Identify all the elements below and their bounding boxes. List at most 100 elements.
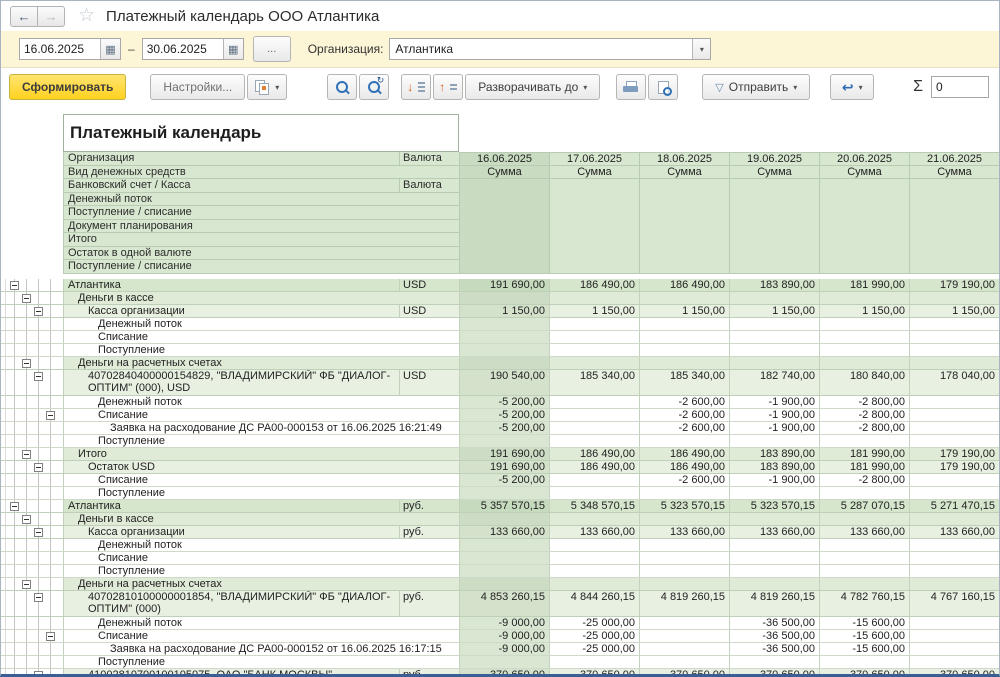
amount-cell[interactable] [549, 474, 639, 486]
amount-cell[interactable]: 1 150,00 [639, 305, 729, 317]
amount-cell[interactable] [819, 513, 909, 525]
amount-cell[interactable]: -9 000,00 [459, 617, 549, 629]
amount-cell[interactable] [549, 344, 639, 356]
amount-cell[interactable] [639, 318, 729, 330]
amount-cell[interactable] [909, 552, 999, 564]
amount-cell[interactable] [639, 617, 729, 629]
history-button[interactable]: ↩ ▾ [830, 74, 874, 100]
amount-cell[interactable]: 178 040,00 [909, 370, 999, 395]
collapse-expander[interactable] [10, 281, 19, 290]
amount-cell[interactable] [819, 539, 909, 551]
calendar-icon[interactable]: ▦ [100, 39, 120, 59]
amount-cell[interactable]: 182 740,00 [729, 370, 819, 395]
amount-cell[interactable]: -5 200,00 [459, 409, 549, 421]
amount-cell[interactable]: -2 800,00 [819, 422, 909, 434]
amount-cell[interactable]: 133 660,00 [909, 526, 999, 538]
amount-cell[interactable] [549, 513, 639, 525]
amount-cell[interactable] [549, 487, 639, 499]
send-button[interactable]: ▽ Отправить ▾ [702, 74, 810, 100]
amount-cell[interactable] [459, 435, 549, 447]
collapse-expander[interactable] [46, 411, 55, 420]
row-label-cell[interactable]: Заявка на расходование ДС РА00-000152 от… [63, 643, 459, 655]
amount-cell[interactable]: -2 800,00 [819, 409, 909, 421]
collapse-expander[interactable] [34, 528, 43, 537]
amount-cell[interactable] [729, 435, 819, 447]
row-label-cell[interactable]: 40702840400000154829, "ВЛАДИМИРСКИЙ" ФБ … [63, 370, 399, 395]
amount-cell[interactable] [459, 331, 549, 343]
row-label-cell[interactable]: Поступление [63, 656, 459, 668]
amount-cell[interactable] [549, 357, 639, 369]
amount-cell[interactable]: 370 650,00 [819, 669, 909, 675]
row-currency-cell[interactable]: USD [399, 279, 459, 291]
amount-cell[interactable] [729, 344, 819, 356]
amount-cell[interactable]: 133 660,00 [549, 526, 639, 538]
amount-cell[interactable]: 180 840,00 [819, 370, 909, 395]
amount-cell[interactable] [909, 344, 999, 356]
amount-cell[interactable] [819, 578, 909, 590]
amount-cell[interactable]: 186 490,00 [549, 448, 639, 460]
amount-cell[interactable] [459, 357, 549, 369]
row-currency-cell[interactable]: руб. [399, 669, 459, 675]
amount-cell[interactable]: -36 500,00 [729, 643, 819, 655]
row-label-cell[interactable]: Списание [63, 630, 459, 642]
print-button[interactable] [616, 74, 646, 100]
amount-cell[interactable] [639, 487, 729, 499]
amount-cell[interactable]: 5 287 070,15 [819, 500, 909, 512]
amount-cell[interactable]: 186 490,00 [549, 279, 639, 291]
amount-cell[interactable]: -9 000,00 [459, 630, 549, 642]
amount-cell[interactable]: 370 650,00 [909, 669, 999, 675]
amount-cell[interactable]: 5 323 570,15 [639, 500, 729, 512]
row-label-cell[interactable]: Поступление [63, 565, 459, 577]
row-label-cell[interactable]: Итого [63, 448, 459, 460]
amount-cell[interactable]: 186 490,00 [639, 448, 729, 460]
search-button[interactable] [327, 74, 357, 100]
amount-cell[interactable]: 191 690,00 [459, 279, 549, 291]
amount-cell[interactable]: 5 271 470,15 [909, 500, 999, 512]
date-to-field[interactable]: ▦ [142, 38, 244, 60]
amount-cell[interactable] [639, 513, 729, 525]
collapse-expander[interactable] [22, 359, 31, 368]
amount-cell[interactable]: 183 890,00 [729, 461, 819, 473]
row-label-cell[interactable]: Денежный поток [63, 318, 459, 330]
amount-cell[interactable] [729, 513, 819, 525]
row-label-cell[interactable]: Деньги на расчетных счетах [63, 578, 459, 590]
amount-cell[interactable]: 4 819 260,15 [729, 591, 819, 616]
amount-cell[interactable]: 4 819 260,15 [639, 591, 729, 616]
favorite-star-icon[interactable]: ☆ [78, 7, 95, 25]
amount-cell[interactable] [909, 656, 999, 668]
amount-cell[interactable] [729, 487, 819, 499]
amount-cell[interactable]: -2 600,00 [639, 474, 729, 486]
amount-cell[interactable] [639, 539, 729, 551]
amount-cell[interactable]: -15 600,00 [819, 630, 909, 642]
amount-cell[interactable]: -2 600,00 [639, 409, 729, 421]
amount-cell[interactable] [639, 357, 729, 369]
amount-cell[interactable] [639, 435, 729, 447]
amount-cell[interactable]: 1 150,00 [909, 305, 999, 317]
amount-cell[interactable]: 186 490,00 [639, 279, 729, 291]
amount-cell[interactable]: 190 540,00 [459, 370, 549, 395]
amount-cell[interactable] [909, 578, 999, 590]
report-variants-button[interactable]: ▾ [247, 74, 287, 100]
amount-cell[interactable] [459, 539, 549, 551]
amount-cell[interactable] [729, 552, 819, 564]
amount-cell[interactable] [819, 292, 909, 304]
amount-cell[interactable]: -1 900,00 [729, 474, 819, 486]
amount-cell[interactable]: 185 340,00 [549, 370, 639, 395]
amount-cell[interactable]: 4 844 260,15 [549, 591, 639, 616]
row-label-cell[interactable]: Списание [63, 552, 459, 564]
amount-cell[interactable] [729, 357, 819, 369]
row-label-cell[interactable]: Поступление [63, 487, 459, 499]
amount-cell[interactable] [459, 513, 549, 525]
amount-cell[interactable]: -9 000,00 [459, 643, 549, 655]
amount-cell[interactable] [549, 565, 639, 577]
amount-cell[interactable]: 1 150,00 [459, 305, 549, 317]
amount-cell[interactable] [639, 630, 729, 642]
amount-cell[interactable]: 191 690,00 [459, 448, 549, 460]
amount-cell[interactable] [909, 435, 999, 447]
amount-cell[interactable] [729, 318, 819, 330]
amount-cell[interactable]: 191 690,00 [459, 461, 549, 473]
organization-input[interactable] [390, 39, 692, 59]
amount-cell[interactable] [459, 656, 549, 668]
date-from-field[interactable]: ▦ [19, 38, 121, 60]
chevron-down-icon[interactable]: ▾ [692, 39, 710, 59]
